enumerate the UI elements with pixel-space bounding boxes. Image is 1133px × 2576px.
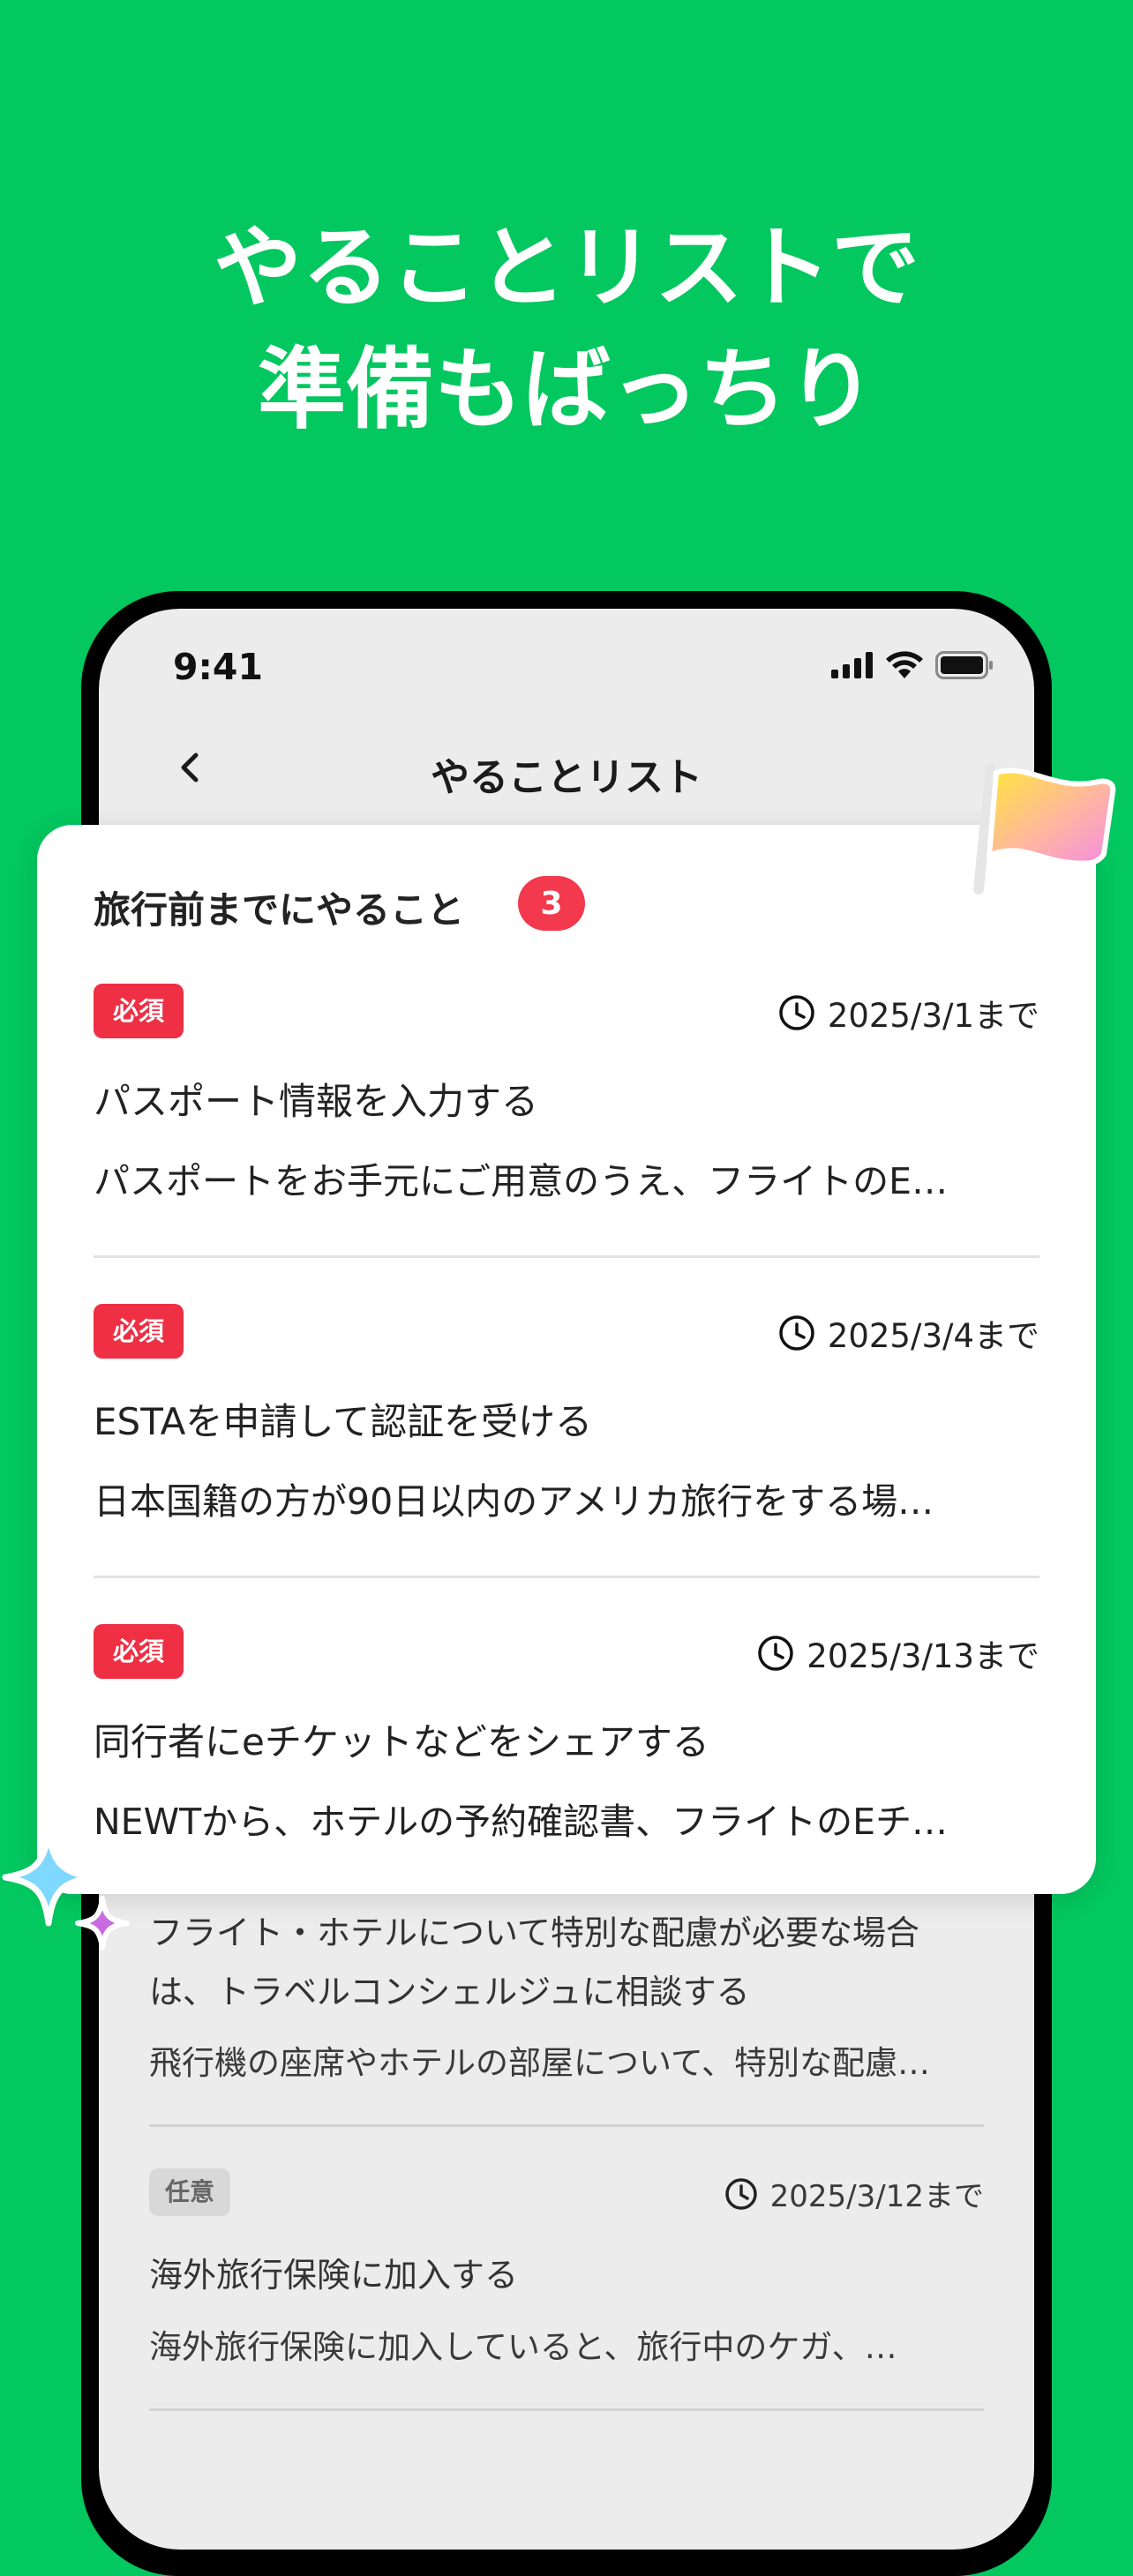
card-divider [94, 1255, 1039, 1258]
status-icons [831, 648, 994, 683]
clock-icon [724, 2177, 757, 2210]
due-text: 2025/3/1まで [827, 997, 1039, 1035]
promo-headline: やることリストで 準備もばっちり [0, 207, 1133, 451]
task-item[interactable]: 必須 2025/3/1まで パスポート情報を入力する パスポートをお手元にご用意… [94, 984, 1039, 1248]
task-description: パスポートをお手元にご用意のうえ、フライトのE… [94, 1160, 949, 1202]
nav-title: やることリスト [431, 755, 702, 800]
bg-task-description: 海外旅行保険に加入していると、旅行中のケガ、… [149, 2328, 897, 2366]
task-title: パスポート情報を入力する [94, 1080, 539, 1123]
due-date: 2025/3/13まで [757, 1629, 1039, 1677]
flag-icon [973, 762, 1116, 895]
bg-task-title-line-1: フライト・ホテルについて特別な配慮が必要な場合 [149, 1913, 919, 1952]
clock-icon [779, 1315, 814, 1351]
card-divider [94, 1576, 1039, 1578]
due-date: 2025/3/4まで [778, 1309, 1039, 1357]
status-time: 9:41 [173, 646, 263, 688]
due-text: 2025/3/4まで [827, 1317, 1039, 1355]
required-tag: 必須 [94, 984, 184, 1038]
bg-task-description: 飛行機の座席やホテルの部屋について、特別な配慮… [149, 2044, 931, 2082]
task-title: 同行者にeチケットなどをシェアする [94, 1720, 709, 1764]
bg-task-title: 海外旅行保険に加入する [149, 2256, 519, 2295]
sparkle-icon [2, 1828, 130, 1951]
task-description: NEWTから、ホテルの予約確認書、フライトのEチ… [94, 1801, 949, 1843]
todo-card: 旅行前までにやること 3 必須 2025/3/1まで パスポート情報を入力する … [37, 825, 1096, 1894]
headline-line-1: やることリストで [214, 216, 919, 319]
due-date: 2025/3/1まで [778, 989, 1039, 1037]
clock-icon [758, 1636, 794, 1671]
count-badge: 3 [518, 876, 585, 931]
clock-icon [779, 995, 814, 1030]
card-title: 旅行前までにやること [94, 888, 465, 932]
bg-task-title-line-2: は、トラベルコンシェルジュに相談する [149, 1973, 750, 2011]
battery-icon [935, 651, 993, 679]
task-item[interactable]: 必須 2025/3/13まで 同行者にeチケットなどをシェアする NEWTから、… [94, 1624, 1039, 1889]
bg-due-text: 2025/3/12まで [769, 2179, 984, 2214]
required-tag: 必須 [94, 1624, 184, 1679]
list-divider [149, 2408, 984, 2411]
task-title: ESTAを申請して認証を受ける [94, 1400, 593, 1443]
headline-line-2: 準備もばっちり [258, 338, 875, 441]
task-item[interactable]: 必須 2025/3/4まで ESTAを申請して認証を受ける 日本国籍の方が90日… [94, 1304, 1039, 1569]
due-text: 2025/3/13まで [807, 1637, 1039, 1675]
task-description: 日本国籍の方が90日以内のアメリカ旅行をする場… [94, 1480, 934, 1523]
bg-due-date: 2025/3/12まで [724, 2172, 984, 2215]
required-tag: 必須 [94, 1304, 184, 1359]
list-divider [149, 2124, 984, 2127]
wifi-icon [886, 651, 923, 678]
cellular-signal-icon [831, 652, 873, 678]
optional-tag: 任意 [149, 2168, 231, 2216]
